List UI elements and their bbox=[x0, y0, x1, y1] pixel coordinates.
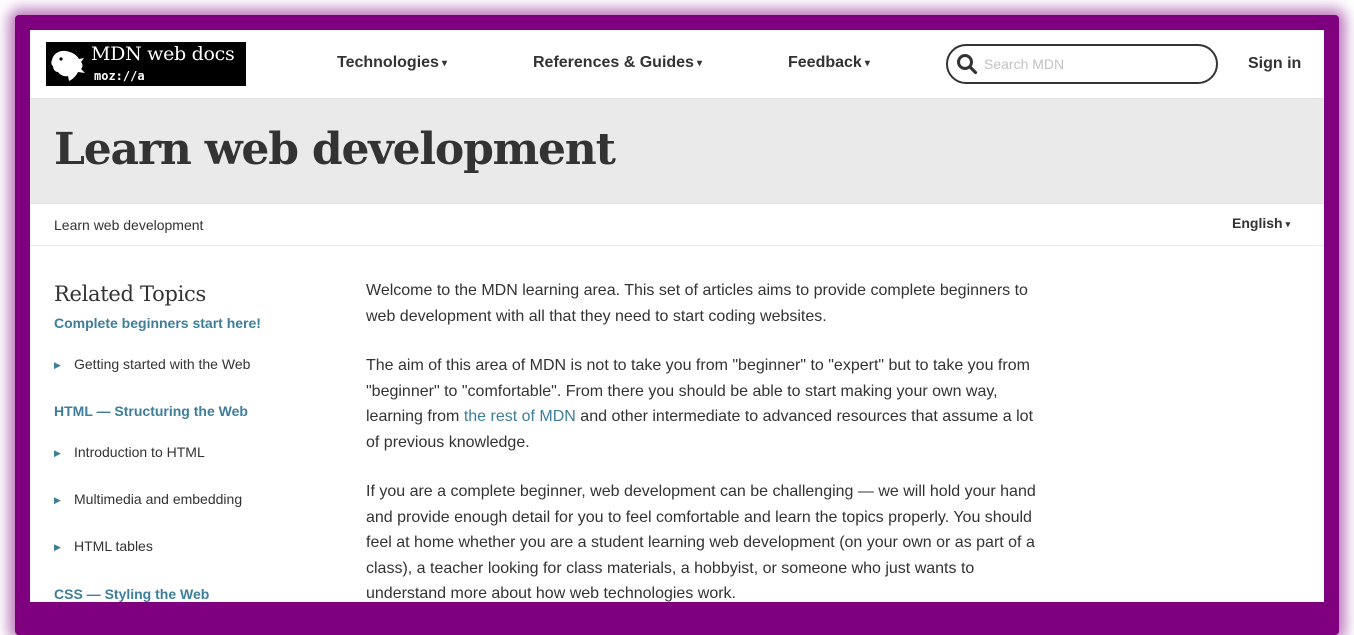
intro-paragraph: Welcome to the MDN learning area. This s… bbox=[366, 282, 1028, 325]
nav-feedback[interactable]: Feedback ▾ bbox=[788, 54, 870, 72]
logo-wordmark: MDN web docs bbox=[91, 43, 235, 65]
caret-down-icon: ▾ bbox=[864, 58, 870, 69]
mdn-logo[interactable]: MDN web docs moz://a bbox=[46, 42, 246, 86]
page-title: Learn web development bbox=[54, 124, 616, 175]
breadcrumb-bar: Learn web development English ▾ bbox=[30, 204, 1324, 246]
title-band: Learn web development bbox=[30, 99, 1324, 204]
nav-technologies[interactable]: Technologies ▾ bbox=[337, 54, 447, 72]
sign-in-link[interactable]: Sign in bbox=[1248, 55, 1301, 73]
sidebar-item-label: Introduction to HTML bbox=[74, 444, 205, 460]
search-input[interactable] bbox=[984, 50, 1204, 78]
beginner-paragraph: If you are a complete beginner, web deve… bbox=[366, 483, 1036, 602]
language-label: English bbox=[1232, 215, 1283, 231]
triangle-right-icon: ▶ bbox=[54, 448, 61, 458]
sidebar-item-getting-started[interactable]: ▶ Getting started with the Web bbox=[54, 356, 250, 372]
sidebar-item-multimedia[interactable]: ▶ Multimedia and embedding bbox=[54, 491, 242, 507]
search-box bbox=[946, 44, 1218, 84]
site-header: MDN web docs moz://a Technologies ▾ Refer… bbox=[30, 30, 1324, 99]
main-content: Welcome to the MDN learning area. This s… bbox=[366, 278, 1038, 602]
language-selector[interactable]: English ▾ bbox=[1232, 215, 1290, 231]
sidebar-item-intro-html[interactable]: ▶ Introduction to HTML bbox=[54, 444, 205, 460]
caret-down-icon: ▾ bbox=[696, 58, 702, 69]
mozilla-wordmark: moz://a bbox=[91, 68, 148, 85]
caret-down-icon: ▾ bbox=[441, 58, 447, 69]
sidebar-item-label: HTML tables bbox=[74, 538, 153, 554]
triangle-right-icon: ▶ bbox=[54, 360, 61, 370]
mdn-dinosaur-icon bbox=[51, 50, 85, 81]
sidebar-panel: Related Topics Complete beginners start … bbox=[54, 278, 314, 602]
search-icon[interactable] bbox=[956, 53, 978, 75]
aim-paragraph: The aim of this area of MDN is not to ta… bbox=[366, 353, 1038, 455]
sidebar-section-css[interactable]: CSS — Styling the Web bbox=[54, 586, 209, 602]
sidebar-item-html-tables[interactable]: ▶ HTML tables bbox=[54, 538, 153, 554]
nav-references-guides-label: References & Guides bbox=[533, 54, 694, 71]
nav-technologies-label: Technologies bbox=[337, 54, 439, 71]
sidebar-section-html[interactable]: HTML — Structuring the Web bbox=[54, 403, 248, 419]
sidebar-item-label: Multimedia and embedding bbox=[74, 491, 243, 507]
triangle-right-icon: ▶ bbox=[54, 542, 61, 552]
nav-references-guides[interactable]: References & Guides ▾ bbox=[533, 54, 702, 72]
breadcrumb[interactable]: Learn web development bbox=[54, 217, 203, 233]
nav-feedback-label: Feedback bbox=[788, 54, 862, 71]
browser-viewport: MDN web docs moz://a Technologies ▾ Refer… bbox=[30, 30, 1324, 602]
sidebar-heading: Related Topics bbox=[54, 282, 206, 306]
triangle-right-icon: ▶ bbox=[54, 495, 61, 505]
rest-of-mdn-link[interactable]: the rest of MDN bbox=[464, 408, 576, 425]
sidebar-item-label: Getting started with the Web bbox=[74, 356, 251, 372]
sidebar-section-beginners[interactable]: Complete beginners start here! bbox=[54, 315, 261, 331]
caret-down-icon: ▾ bbox=[1285, 219, 1291, 229]
